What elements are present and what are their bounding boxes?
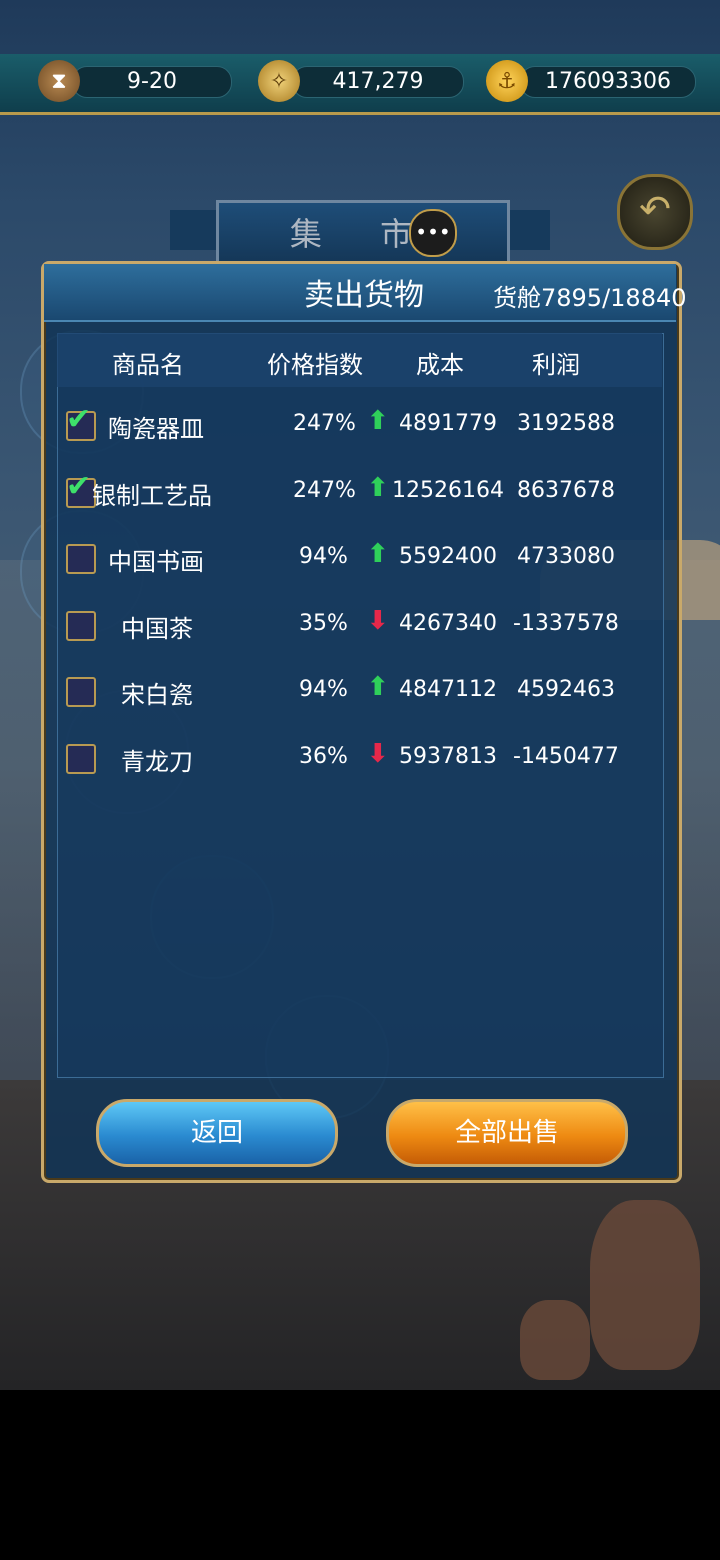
cost: 5592400 (399, 544, 497, 569)
resource-top-bar: 9-20 ⧗ 417,279 ✧ 176093306 ⚓ (0, 54, 720, 115)
goods-name: 宋白瓷 (121, 681, 193, 709)
check-mark-icon: ✔ (66, 402, 92, 437)
goods-name: 银制工艺品 (92, 482, 212, 510)
cost: 4891779 (399, 411, 497, 436)
row-checkbox[interactable]: ✔ (66, 405, 96, 441)
price-index: 247% (293, 411, 356, 436)
cost: 4267340 (399, 611, 497, 636)
banner-left-wing (170, 210, 220, 250)
price-index: 94% (299, 544, 348, 569)
cost: 12526164 (392, 478, 504, 503)
row-checkbox[interactable] (66, 611, 96, 641)
cost: 5937813 (399, 744, 497, 769)
trend-down-icon: ⬇ (367, 739, 389, 769)
row-checkbox[interactable] (66, 677, 96, 707)
trend-up-icon: ⬆ (367, 473, 389, 503)
header-cost: 成本 (416, 351, 464, 379)
profit: 4592463 (517, 677, 615, 702)
profit: 4733080 (517, 544, 615, 569)
row-checkbox[interactable] (66, 544, 96, 574)
profit: -1450477 (513, 744, 619, 769)
back-button[interactable]: 返回 (96, 1099, 338, 1167)
profit: 8637678 (517, 478, 615, 503)
market-banner: 集 市 (216, 200, 510, 268)
coins-display: 417,279 (292, 66, 464, 98)
compass-icon: ✧ (258, 60, 300, 102)
background-pot (520, 1300, 590, 1380)
cargo-capacity: 货舱7895/18840 (493, 284, 687, 312)
anchor-coin-icon: ⚓ (486, 60, 528, 102)
profit: -1337578 (513, 611, 619, 636)
gold-display: 176093306 (520, 66, 696, 98)
goods-name: 中国书画 (108, 548, 204, 576)
sell-all-button[interactable]: 全部出售 (386, 1099, 628, 1167)
profit: 3192588 (517, 411, 615, 436)
header-price-index: 价格指数 (267, 351, 363, 379)
goods-name: 青龙刀 (121, 748, 193, 776)
price-index: 247% (293, 478, 356, 503)
header-name: 商品名 (112, 351, 184, 379)
price-index: 35% (299, 611, 348, 636)
bottom-blank-area (0, 1390, 720, 1560)
trend-up-icon: ⬆ (367, 539, 389, 569)
cost: 4847112 (399, 677, 497, 702)
row-checkbox[interactable] (66, 744, 96, 774)
header-profit: 利润 (532, 351, 580, 379)
hourglass-icon: ⧗ (38, 60, 80, 102)
return-arrow-icon[interactable]: ↶ (617, 174, 693, 250)
goods-name: 中国茶 (121, 615, 193, 643)
trend-up-icon: ⬆ (367, 672, 389, 702)
price-index: 36% (299, 744, 348, 769)
chat-bubble-icon[interactable]: ••• (409, 209, 457, 257)
background-pot (590, 1200, 700, 1370)
trend-down-icon: ⬇ (367, 606, 389, 636)
goods-name: 陶瓷器皿 (108, 415, 204, 443)
trend-up-icon: ⬆ (367, 406, 389, 436)
check-mark-icon: ✔ (66, 469, 92, 504)
date-display: 9-20 (72, 66, 232, 98)
price-index: 94% (299, 677, 348, 702)
